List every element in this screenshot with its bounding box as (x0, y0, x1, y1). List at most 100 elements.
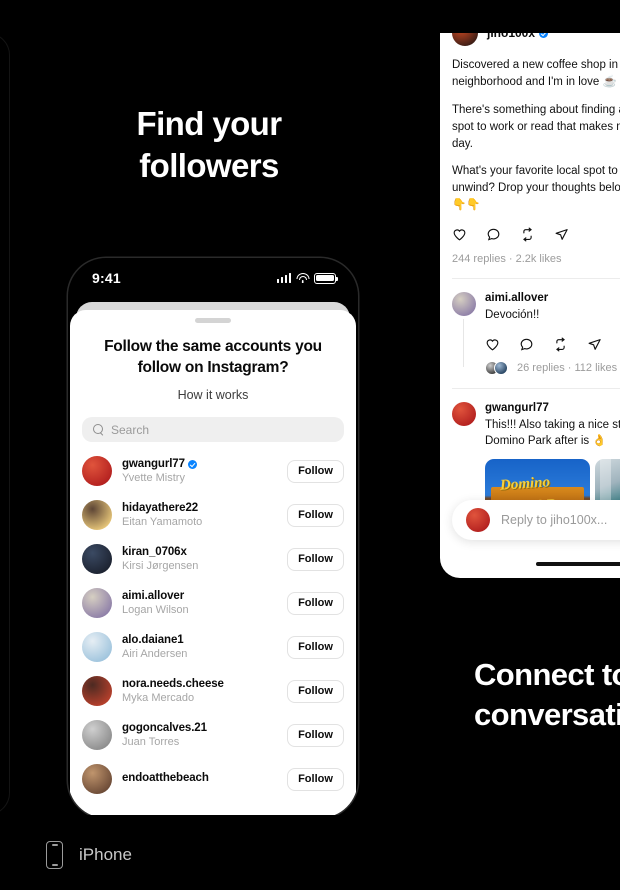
avatar (82, 456, 112, 487)
reply-author-handle: gwangurl77 (485, 401, 549, 414)
user-handle: aimi.allover (122, 590, 277, 602)
iphone-mockup: 9:41 Follow the same accounts you follow… (68, 258, 358, 815)
share-icon[interactable] (554, 227, 569, 242)
reply-action-row[interactable] (485, 337, 620, 352)
user-meta: aimi.allover Logan Wilson (122, 590, 277, 616)
user-handle-text: endoatthebeach (122, 772, 209, 785)
like-icon[interactable] (485, 337, 500, 352)
carousel-card-connect[interactable]: jiho100x Discovered a new coffee shop in… (412, 33, 620, 815)
user-display-name: Juan Torres (122, 736, 180, 749)
user-meta: nora.needs.cheese Myka Mercado (122, 678, 277, 704)
avatar (82, 500, 112, 531)
list-item[interactable]: gwangurl77 Yvette Mistry Follow (70, 449, 356, 493)
reply-content: aimi.allover Devoción!! 26 replies · 112 l… (485, 292, 620, 375)
how-it-works-link[interactable]: How it works (70, 388, 356, 402)
list-item[interactable]: aimi.allover Logan Wilson Follow (70, 581, 356, 625)
user-display-name: Logan Wilson (122, 604, 189, 617)
repost-icon[interactable] (553, 337, 568, 352)
user-handle: gogoncalves.21 (122, 722, 277, 734)
list-item[interactable]: endoatthebeach Follow (70, 757, 356, 801)
user-meta: endoatthebeach (122, 772, 277, 786)
user-meta: gwangurl77 Yvette Mistry (122, 458, 277, 484)
reply-item[interactable]: aimi.allover Devoción!! 26 replies · 112 l… (452, 279, 620, 375)
comment-icon[interactable] (486, 227, 501, 242)
user-display-name: Airi Andersen (122, 648, 188, 661)
sheet-grabber[interactable] (195, 318, 231, 323)
follow-button[interactable]: Follow (287, 459, 344, 483)
user-display-name: Yvette Mistry (122, 472, 185, 485)
post-body: Discovered a new coffee shop in my neigh… (452, 57, 620, 214)
user-meta: gogoncalves.21 Juan Torres (122, 722, 277, 748)
avatar (82, 720, 112, 751)
find-followers-headline: Find your followers (136, 105, 283, 184)
wifi-icon (296, 273, 309, 283)
repost-icon[interactable] (520, 227, 535, 242)
user-handle-text: aimi.allover (122, 590, 185, 603)
follow-button[interactable]: Follow (287, 723, 344, 747)
like-icon[interactable] (452, 227, 467, 242)
reply-composer[interactable]: Reply to jiho100x... (452, 500, 620, 540)
search-placeholder: Search (111, 422, 150, 437)
search-icon (93, 424, 104, 435)
follow-button[interactable]: Follow (287, 591, 344, 615)
reply-author-handle: aimi.allover (485, 292, 549, 305)
iphone-device-icon (46, 841, 63, 869)
avatar (82, 632, 112, 663)
user-handle-text: gwangurl77 (122, 458, 185, 471)
user-handle: kiran_0706x (122, 546, 277, 558)
reply-text: This!!! Also taking a nice stroll in Dom… (485, 418, 620, 448)
avatar (82, 676, 112, 707)
avatar (82, 544, 112, 575)
user-handle: alo.daiane1 (122, 634, 277, 646)
follow-button[interactable]: Follow (287, 503, 344, 527)
user-display-name: Eitan Yamamoto (122, 516, 203, 529)
battery-icon (314, 272, 339, 284)
reply-meta-row[interactable]: 26 replies · 112 likes (485, 360, 620, 375)
carousel-card-find-followers[interactable]: Find your followers 9:41 Follow the same… (28, 33, 390, 815)
list-item[interactable]: alo.daiane1 Airi Andersen Follow (70, 625, 356, 669)
follow-button[interactable]: Follow (287, 635, 344, 659)
thread-connector-line (463, 319, 464, 367)
post-author-handle-text: jiho100x (487, 33, 536, 40)
avatar (494, 360, 508, 375)
user-display-name: Kirsi Jørgensen (122, 560, 199, 573)
follow-button[interactable]: Follow (287, 679, 344, 703)
replies-list: aimi.allover Devoción!! 26 replies · 112 l… (452, 279, 620, 530)
avatar (466, 508, 490, 532)
post-paragraph: Discovered a new coffee shop in my neigh… (452, 59, 620, 88)
list-item[interactable]: kiran_0706x Kirsi Jørgensen Follow (70, 537, 356, 581)
footer-device-bar: iPhone (0, 820, 620, 890)
follow-button[interactable]: Follow (287, 767, 344, 791)
list-item[interactable]: gogoncalves.21 Juan Torres Follow (70, 713, 356, 757)
avatar (452, 292, 476, 317)
comment-icon[interactable] (519, 337, 534, 352)
list-item[interactable]: hidayathere22 Eitan Yamamoto Follow (70, 493, 356, 537)
post-paragraph: There's something about finding a cozy s… (452, 103, 620, 150)
post-meta[interactable]: 244 replies · 2.2k likes (452, 253, 620, 265)
user-handle-text: hidayathere22 (122, 502, 199, 515)
user-handle: endoatthebeach (122, 772, 277, 784)
user-handle: nora.needs.cheese (122, 678, 277, 690)
list-item[interactable]: nora.needs.cheese Myka Mercado Follow (70, 669, 356, 713)
sign-word-primary: Domino (499, 474, 551, 494)
user-meta: hidayathere22 Eitan Yamamoto (122, 502, 277, 528)
connect-headline: Connect toconversations (474, 657, 620, 733)
avatar (82, 764, 112, 795)
post-author-handle: jiho100x (487, 33, 549, 40)
home-indicator (536, 562, 620, 566)
search-input[interactable]: Search (82, 417, 344, 443)
post-author-row[interactable]: jiho100x (452, 33, 620, 46)
device-label: iPhone (79, 845, 132, 864)
status-bar: 9:41 (68, 258, 358, 292)
avatar (82, 588, 112, 619)
user-handle-text: kiran_0706x (122, 546, 187, 559)
share-icon[interactable] (587, 337, 602, 352)
cellular-signal-icon (276, 273, 291, 283)
avatar (452, 33, 478, 46)
thread-scroll[interactable]: jiho100x Discovered a new coffee shop in… (452, 33, 620, 530)
carousel-card-previous[interactable] (0, 33, 10, 815)
status-time: 9:41 (92, 270, 121, 286)
post-action-row[interactable] (452, 227, 620, 242)
user-handle-text: alo.daiane1 (122, 634, 184, 647)
follow-button[interactable]: Follow (287, 547, 344, 571)
